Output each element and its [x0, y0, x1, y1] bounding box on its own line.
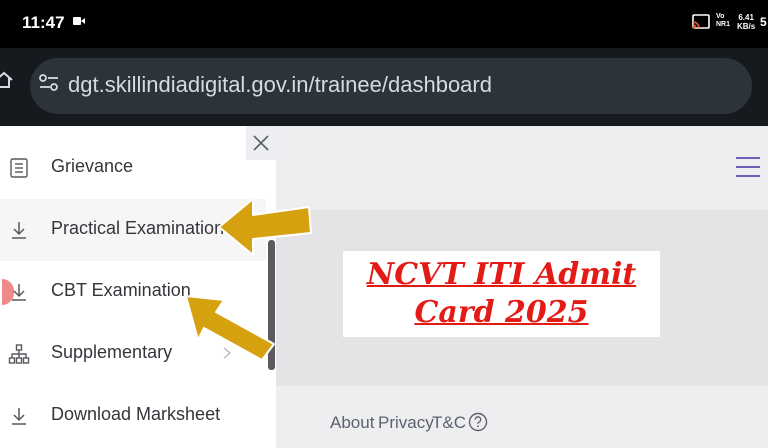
download-icon — [12, 222, 26, 239]
footer-about-link[interactable]: About — [330, 413, 374, 433]
arrow-to-practical-icon — [218, 198, 312, 256]
drawer-item-download-marksheet[interactable]: Download Marksheet — [0, 385, 266, 447]
status-time: 11:47 — [22, 13, 65, 32]
status-bar: 11:47 Vo NR1 6.41 KB/s 5 — [0, 0, 768, 48]
video-record-icon — [73, 17, 85, 25]
home-icon[interactable] — [0, 70, 14, 90]
network-indicator: Vo NR1 — [716, 13, 730, 29]
footer-privacy-link[interactable]: Privacy — [378, 413, 434, 433]
banner-title-line1: NCVT ITI Admit — [366, 257, 637, 292]
hierarchy-icon — [8, 344, 30, 364]
hamburger-menu-icon[interactable] — [732, 154, 764, 180]
footer-tc-link[interactable]: T&C — [432, 413, 466, 433]
drawer-item-label: Supplementary — [51, 342, 173, 362]
speed-unit: KB/s — [737, 22, 756, 31]
cast-icon — [692, 14, 710, 29]
network-speed: 6.41 KB/s — [737, 13, 755, 31]
help-icon[interactable] — [468, 412, 488, 432]
admit-card-banner: NCVT ITI Admit Card 2025 — [343, 251, 660, 337]
drawer-item-label: CBT Examination — [51, 280, 191, 300]
list-icon — [10, 158, 28, 178]
download-icon — [12, 284, 26, 301]
site-settings-icon[interactable] — [38, 72, 60, 94]
url-text[interactable]: dgt.skillindiadigital.gov.in/trainee/das… — [68, 72, 492, 98]
drawer-item-label: Practical Examination — [51, 218, 225, 238]
download-icon — [12, 408, 26, 425]
banner-title-line2: Card 2025 — [414, 295, 589, 330]
network-volte: Vo — [716, 13, 725, 20]
app-header — [276, 126, 768, 210]
drawer-item-grievance[interactable]: Grievance — [0, 137, 266, 199]
drawer-item-label: Download Marksheet — [51, 404, 221, 424]
drawer-item-label: Grievance — [51, 156, 134, 176]
arrow-to-cbt-icon — [185, 295, 275, 361]
speed-value: 6.41 — [738, 13, 754, 22]
battery-level: 5 — [760, 15, 767, 29]
network-nr: NR1 — [716, 21, 731, 28]
